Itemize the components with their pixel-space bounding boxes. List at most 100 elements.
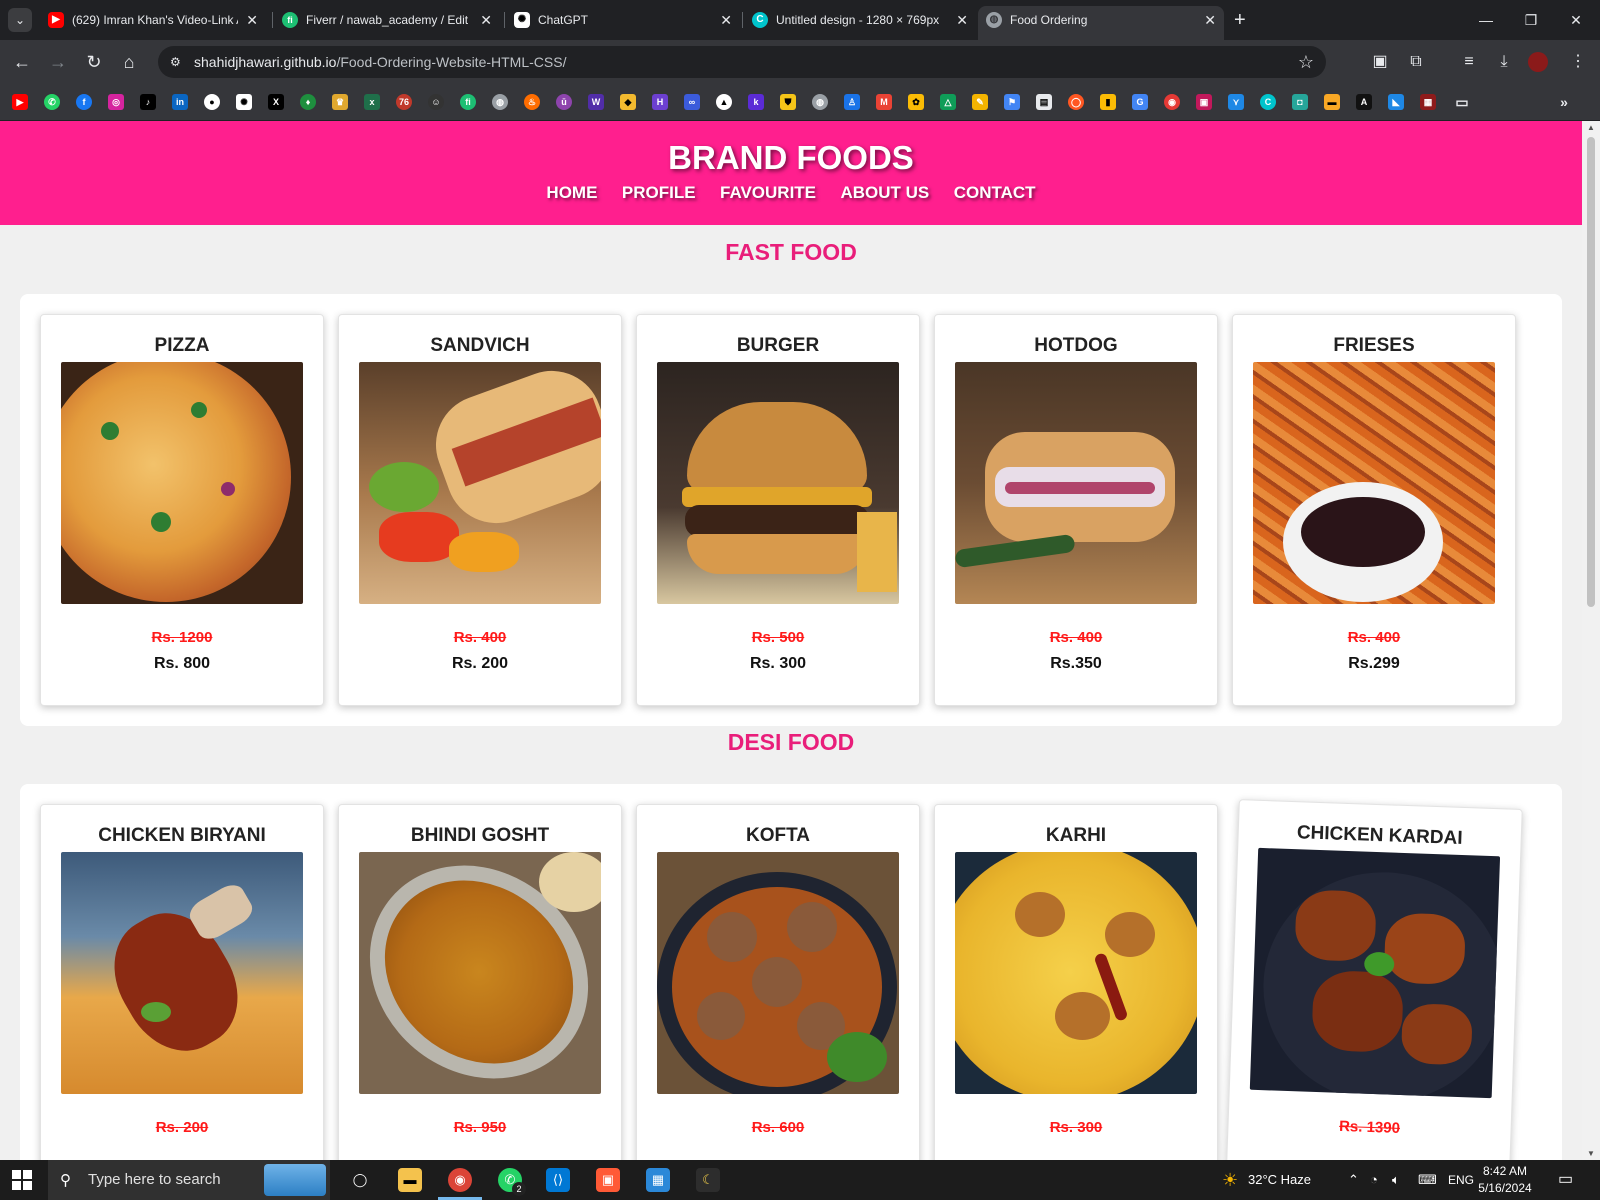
chicken-kardai-image[interactable] bbox=[1249, 847, 1501, 1099]
scroll-up-icon[interactable]: ▲ bbox=[1582, 123, 1600, 132]
profile-avatar[interactable] bbox=[1528, 52, 1548, 72]
food-card-burger[interactable]: BURGER Rs. 500 Rs. 300 bbox=[636, 314, 920, 706]
infinity-bookmark-icon[interactable]: ∞ bbox=[684, 94, 700, 110]
binance-bookmark-icon[interactable]: ◆ bbox=[620, 94, 636, 110]
photos-bookmark-icon[interactable]: ✿ bbox=[908, 94, 924, 110]
x-bookmark-icon[interactable]: X bbox=[268, 94, 284, 110]
forward-button[interactable]: → bbox=[46, 50, 70, 74]
tab-youtube[interactable]: ▶ (629) Imran Khan's Video-Link A ✕ bbox=[40, 6, 266, 34]
udemy-bookmark-icon[interactable]: ū bbox=[556, 94, 572, 110]
k-bookmark-icon[interactable]: k bbox=[748, 94, 764, 110]
photo-app-icon[interactable]: ▣ bbox=[596, 1168, 620, 1192]
weather-text[interactable]: 32°C Haze bbox=[1248, 1160, 1311, 1200]
square-bookmark-icon[interactable]: ▣ bbox=[1196, 94, 1212, 110]
h-bookmark-icon[interactable]: H bbox=[652, 94, 668, 110]
night-light-icon[interactable]: ☾ bbox=[696, 1168, 720, 1192]
site-info-icon[interactable]: ⚙ bbox=[170, 54, 186, 70]
home-button[interactable]: ⌂ bbox=[117, 50, 141, 74]
circle-bookmark-icon[interactable]: ◯ bbox=[1068, 94, 1084, 110]
chatgpt-bookmark-icon[interactable]: ✺ bbox=[236, 94, 252, 110]
tab-search-button[interactable]: ⌄ bbox=[8, 8, 32, 32]
nav-profile[interactable]: PROFILE bbox=[622, 183, 696, 203]
tab-chatgpt[interactable]: ✺ ChatGPT ✕ bbox=[506, 6, 740, 34]
clock[interactable]: 8:42 AM 5/16/2024 bbox=[1470, 1163, 1540, 1197]
tiktok-bookmark-icon[interactable]: ♪ bbox=[140, 94, 156, 110]
nav-favourite[interactable]: FAVOURITE bbox=[720, 183, 816, 203]
folder-bookmark-icon[interactable]: ▭ bbox=[1454, 94, 1470, 110]
karhi-image[interactable] bbox=[955, 852, 1197, 1094]
close-tab-icon[interactable]: ✕ bbox=[480, 6, 492, 34]
instagram-bookmark-icon[interactable]: ◎ bbox=[108, 94, 124, 110]
canva-bookmark-icon[interactable]: C bbox=[1260, 94, 1276, 110]
whatsapp-bookmark-icon[interactable]: ✆ bbox=[44, 94, 60, 110]
nav-home[interactable]: HOME bbox=[546, 183, 597, 203]
food-card-karhi[interactable]: KARHI Rs. 300 bbox=[934, 804, 1218, 1160]
close-window-button[interactable]: ✕ bbox=[1556, 6, 1596, 34]
pizza-image[interactable] bbox=[61, 362, 303, 604]
teal-bookmark-icon[interactable]: ◘ bbox=[1292, 94, 1308, 110]
close-tab-icon[interactable]: ✕ bbox=[720, 6, 732, 34]
hotdog-image[interactable] bbox=[955, 362, 1197, 604]
shield-bookmark-icon[interactable]: ⛊ bbox=[780, 94, 796, 110]
reload-button[interactable]: ↻ bbox=[82, 50, 106, 74]
linkedin-bookmark-icon[interactable]: in bbox=[172, 94, 188, 110]
new-tab-button[interactable]: + bbox=[1234, 8, 1246, 32]
reader-mode-icon[interactable]: ▣ bbox=[1368, 50, 1392, 74]
store-icon[interactable]: ▦ bbox=[646, 1168, 670, 1192]
vscode-icon[interactable]: ⟨⟩ bbox=[546, 1168, 570, 1192]
flag-bookmark-icon[interactable]: ⚑ bbox=[1004, 94, 1020, 110]
translate-bookmark-icon[interactable]: G bbox=[1132, 94, 1148, 110]
triangle-bookmark-icon[interactable]: ▲ bbox=[716, 94, 732, 110]
chicken-biryani-image[interactable] bbox=[61, 852, 303, 1094]
drive-bookmark-icon[interactable]: △ bbox=[940, 94, 956, 110]
brand-logo[interactable]: BRAND FOODS bbox=[0, 139, 1582, 177]
gmail-bookmark-icon[interactable]: M bbox=[876, 94, 892, 110]
leaf-bookmark-icon[interactable]: ♦ bbox=[300, 94, 316, 110]
keep-bookmark-icon[interactable]: ▮ bbox=[1100, 94, 1116, 110]
scrollbar-thumb[interactable] bbox=[1587, 137, 1595, 607]
nav-about-us[interactable]: ABOUT US bbox=[840, 183, 929, 203]
minimize-button[interactable]: — bbox=[1466, 6, 1506, 34]
person-bookmark-icon[interactable]: ♙ bbox=[844, 94, 860, 110]
close-tab-icon[interactable]: ✕ bbox=[1204, 6, 1216, 34]
crown-bookmark-icon[interactable]: ♛ bbox=[332, 94, 348, 110]
address-bar[interactable]: ⚙ shahidjhawari.github.io/Food-Ordering-… bbox=[158, 46, 1326, 78]
facebook-bookmark-icon[interactable]: f bbox=[76, 94, 92, 110]
youtube-bookmark-icon[interactable]: ▶ bbox=[12, 94, 28, 110]
nav-contact[interactable]: CONTACT bbox=[954, 183, 1036, 203]
kofta-image[interactable] bbox=[657, 852, 899, 1094]
wing-bookmark-icon[interactable]: ⋎ bbox=[1228, 94, 1244, 110]
sandvich-image[interactable] bbox=[359, 362, 601, 604]
tab-canva[interactable]: C Untitled design - 1280 × 769px ✕ bbox=[744, 6, 976, 34]
windows-start-icon[interactable] bbox=[12, 1170, 32, 1190]
globe-bookmark-icon[interactable]: ◍ bbox=[812, 94, 828, 110]
food-card-kofta[interactable]: KOFTA Rs. 600 bbox=[636, 804, 920, 1160]
red-bookmark-icon[interactable]: ◉ bbox=[1164, 94, 1180, 110]
more-bookmarks-icon[interactable]: » bbox=[1556, 94, 1572, 110]
yellow-bookmark-icon[interactable]: ▬ bbox=[1324, 94, 1340, 110]
mask-bookmark-icon[interactable]: ☺ bbox=[428, 94, 444, 110]
restore-button[interactable]: ❐ bbox=[1511, 6, 1551, 34]
a-bookmark-icon[interactable]: A bbox=[1356, 94, 1372, 110]
page-scrollbar[interactable]: ▲ ▼ bbox=[1582, 121, 1600, 1160]
keyboard-icon[interactable]: ⌨ bbox=[1418, 1160, 1437, 1200]
food-card-chicken-biryani[interactable]: CHICKEN BIRYANI Rs. 200 bbox=[40, 804, 324, 1160]
weather-icon[interactable]: ☀ bbox=[1222, 1160, 1238, 1200]
github-bookmark-icon[interactable]: ● bbox=[204, 94, 220, 110]
burger-image[interactable] bbox=[657, 362, 899, 604]
extensions-icon[interactable]: ⧉ bbox=[1404, 50, 1428, 74]
tab-fiverr[interactable]: fi Fiverr / nawab_academy / Edit G ✕ bbox=[274, 6, 500, 34]
wu-bookmark-icon[interactable]: W bbox=[588, 94, 604, 110]
pencil-bookmark-icon[interactable]: ✎ bbox=[972, 94, 988, 110]
food-card-bhindi-gosht[interactable]: BHINDI GOSHT Rs. 950 bbox=[338, 804, 622, 1160]
url-text[interactable]: shahidjhawari.github.io/Food-Ordering-We… bbox=[194, 46, 566, 78]
image-bookmark-icon[interactable]: ▤ bbox=[1036, 94, 1052, 110]
food-card-pizza[interactable]: PIZZA Rs. 1200 Rs. 800 bbox=[40, 314, 324, 706]
food-card-hotdog[interactable]: HOTDOG Rs. 400 Rs.350 bbox=[934, 314, 1218, 706]
back-button[interactable]: ← bbox=[10, 50, 34, 74]
fiverr-bookmark-icon[interactable]: fi bbox=[460, 94, 476, 110]
scroll-down-icon[interactable]: ▼ bbox=[1582, 1149, 1600, 1158]
task-view-icon[interactable]: ◯ bbox=[348, 1168, 372, 1192]
frieses-image[interactable] bbox=[1253, 362, 1495, 604]
taskbar-search[interactable]: ⚲ Type here to search bbox=[48, 1160, 330, 1200]
